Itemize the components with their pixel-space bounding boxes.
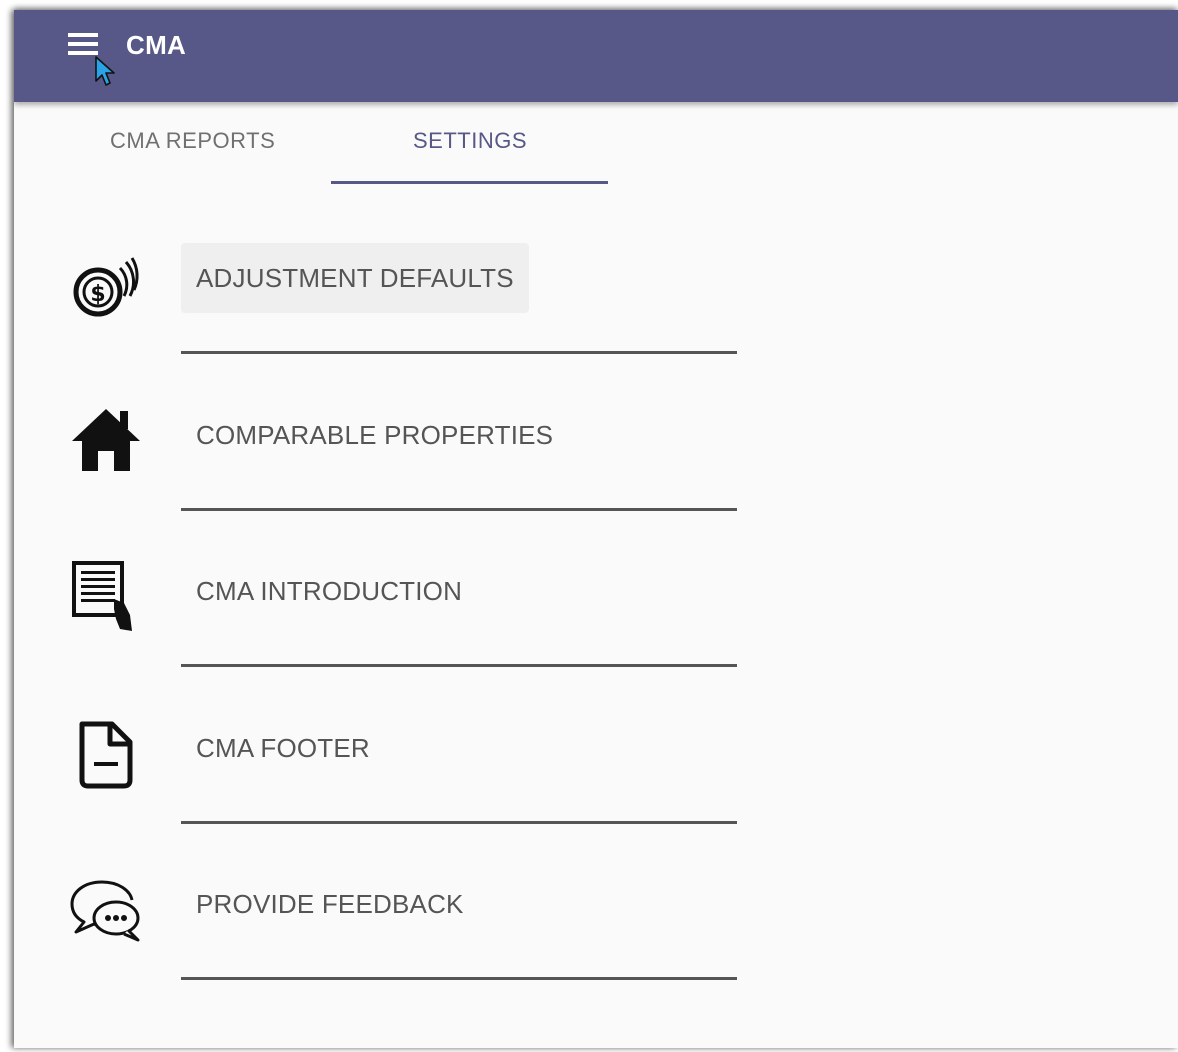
settings-item-cma-introduction: CMA INTRODUCTION — [14, 505, 754, 667]
app-bar: CMA — [14, 10, 1178, 102]
settings-item-provide-feedback: PROVIDE FEEDBACK — [14, 818, 754, 980]
tab-bar: CMA REPORTS SETTINGS — [14, 102, 714, 192]
house-icon — [72, 409, 140, 471]
settings-item-divider — [181, 977, 737, 980]
app-window: CMA CMA REPORTS SETTINGS $ ADJUSTMENT DE… — [14, 10, 1178, 1048]
cma-introduction-button[interactable]: CMA INTRODUCTION — [181, 556, 477, 626]
tab-settings[interactable]: SETTINGS — [413, 128, 527, 154]
comparable-properties-button[interactable]: COMPARABLE PROPERTIES — [181, 400, 568, 470]
settings-item-adjustment-defaults: $ ADJUSTMENT DEFAULTS — [14, 192, 754, 354]
chat-bubbles-icon — [70, 880, 140, 942]
dollar-coin-icon: $ — [73, 257, 139, 317]
document-hand-icon — [72, 561, 132, 631]
adjustment-defaults-button[interactable]: ADJUSTMENT DEFAULTS — [181, 243, 529, 313]
provide-feedback-button[interactable]: PROVIDE FEEDBACK — [181, 869, 479, 939]
app-title: CMA — [126, 30, 187, 60]
settings-item-cma-footer: CMA FOOTER — [14, 662, 754, 824]
cma-footer-button[interactable]: CMA FOOTER — [181, 713, 385, 783]
mouse-cursor-icon — [95, 56, 115, 86]
tab-active-indicator — [331, 181, 608, 184]
tab-cma-reports[interactable]: CMA REPORTS — [110, 128, 275, 154]
document-minus-icon — [79, 721, 133, 789]
svg-text:$: $ — [90, 282, 105, 307]
settings-item-comparable-properties: COMPARABLE PROPERTIES — [14, 349, 754, 511]
